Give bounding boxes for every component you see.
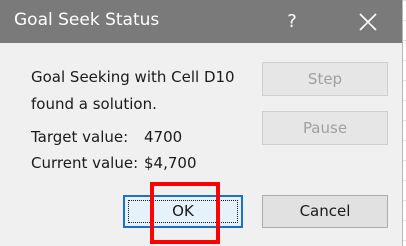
close-icon (359, 13, 377, 31)
close-button[interactable] (344, 0, 394, 43)
current-value-label: Current value: (31, 154, 139, 172)
pause-button[interactable]: Pause (262, 111, 388, 145)
help-button[interactable]: ? (270, 0, 314, 43)
status-message: Goal Seeking with Cell D10 found a solut… (31, 64, 235, 118)
target-value-label: Target value: (31, 128, 129, 146)
target-value: 4700 (144, 128, 183, 146)
highlight-annotation (150, 182, 220, 244)
step-button[interactable]: Step (262, 62, 388, 96)
dialog-titlebar: Goal Seek Status ? (0, 0, 402, 43)
current-value: $4,700 (144, 154, 197, 172)
status-message-line1: Goal Seeking with Cell D10 (31, 68, 235, 86)
cancel-button[interactable]: Cancel (262, 195, 388, 228)
status-message-line2: found a solution. (31, 95, 157, 113)
dialog-title: Goal Seek Status (14, 10, 160, 30)
